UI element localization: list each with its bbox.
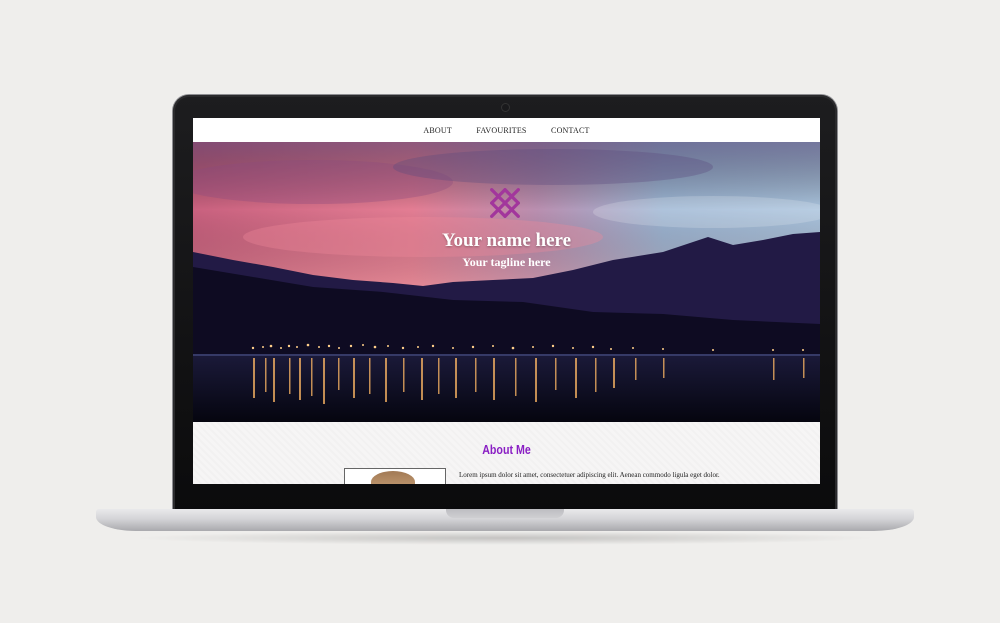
top-navigation: ABOUT FAVOURITES CONTACT	[193, 118, 820, 142]
nav-item-contact[interactable]: CONTACT	[551, 118, 590, 144]
laptop-notch	[446, 509, 564, 518]
portrait-photo	[344, 468, 446, 484]
portrait-face	[371, 471, 415, 484]
laptop-screen: ABOUT FAVOURITES CONTACT Your name here …	[193, 118, 820, 484]
about-title: About Me	[482, 442, 531, 457]
laptop-shadow	[130, 531, 880, 545]
hero-banner: Your name here Your tagline here	[193, 142, 820, 422]
hero-tagline: Your tagline here	[462, 255, 551, 269]
hero-name: Your name here	[441, 230, 572, 251]
nav-item-about[interactable]: ABOUT	[423, 118, 452, 144]
about-section: About Me Lorem ipsum dolor sit amet, con…	[193, 422, 820, 484]
nav-item-favourites[interactable]: FAVOURITES	[476, 118, 526, 144]
camera-icon	[502, 104, 509, 111]
crosshatch-logo-icon	[490, 188, 520, 218]
about-text: Lorem ipsum dolor sit amet, consectetuer…	[459, 471, 720, 479]
